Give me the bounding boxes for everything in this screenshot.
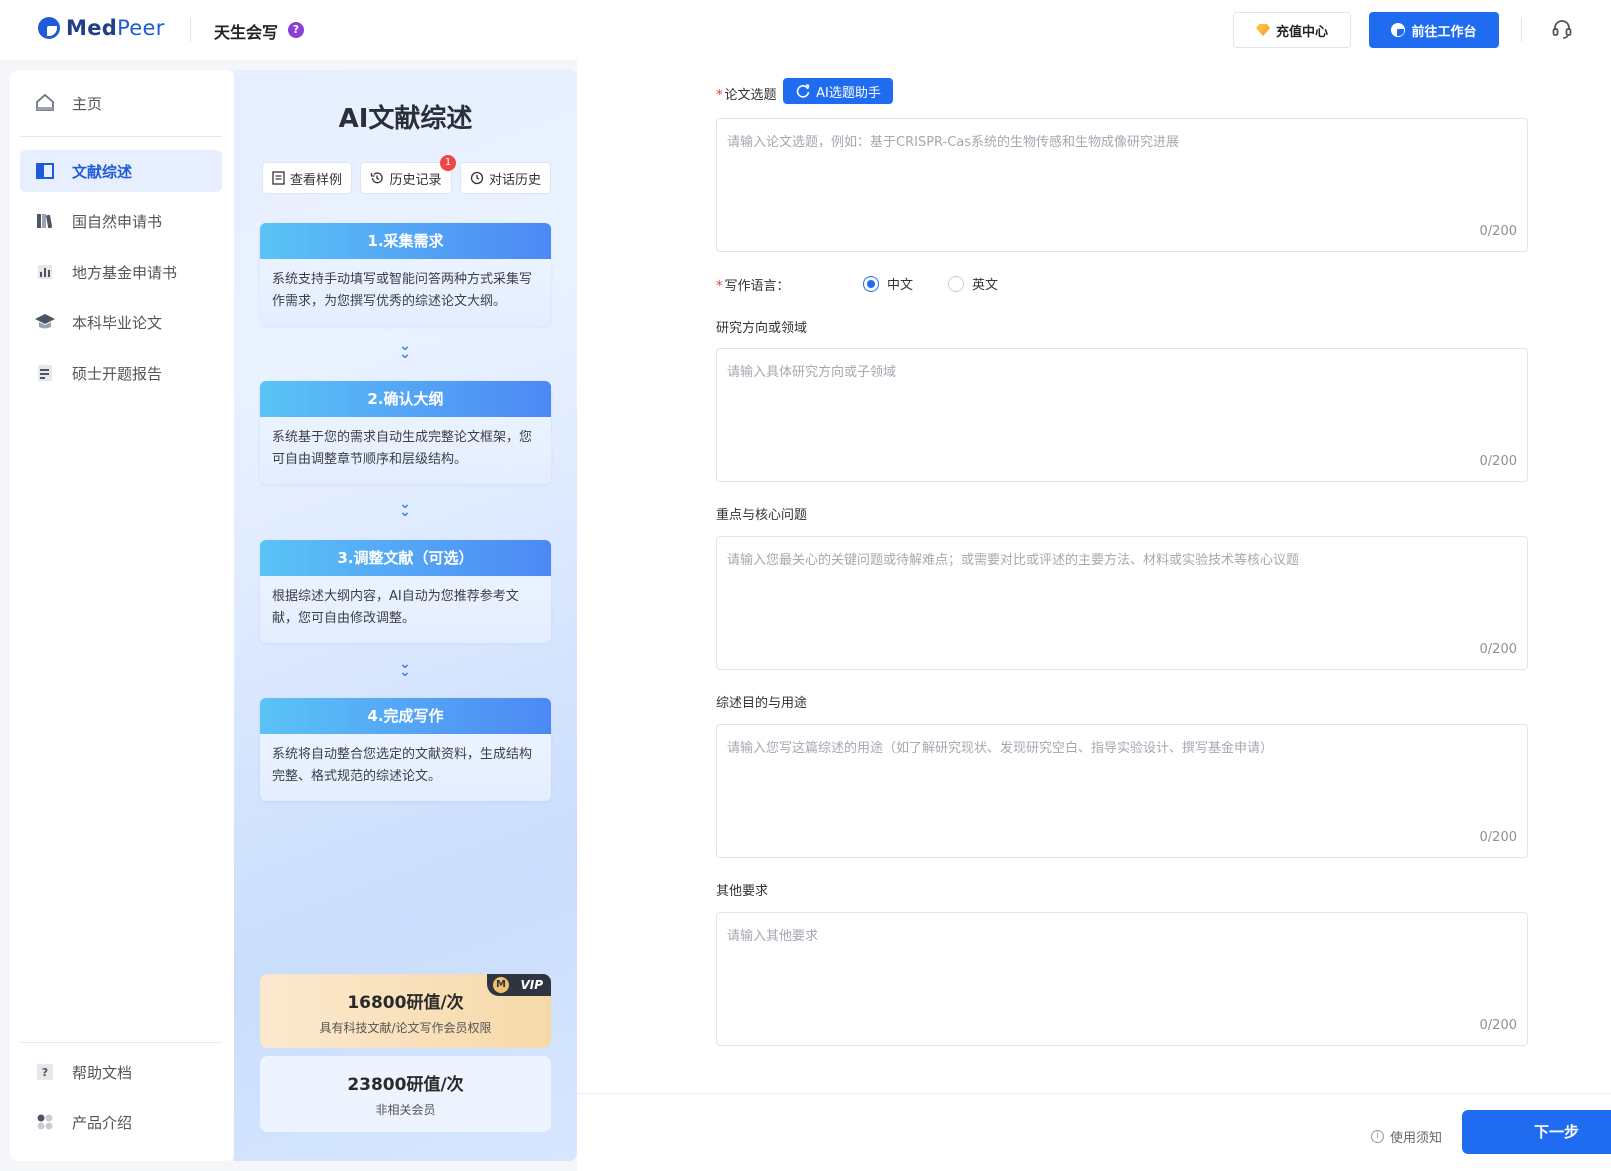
core-issues-label: 重点与核心问题: [716, 508, 808, 523]
vip-price-card: M VIP 16800研值/次 具有科技文献/论文写作会员权限: [260, 974, 551, 1048]
normal-price-desc: 非相关会员: [375, 1103, 436, 1117]
document-icon: [34, 362, 56, 384]
bar-chart-icon: [34, 261, 56, 283]
char-counter: 0/200: [1479, 224, 1517, 239]
home-icon: [34, 92, 56, 114]
topic-placeholder: 请输入论文选题，例如：基于CRISPR-Cas系统的生物传感和生物成像研究进展: [727, 135, 1180, 150]
sidebar-item-nsfc-application[interactable]: 国自然申请书: [20, 200, 222, 242]
purpose-placeholder: 请输入您写这篇综述的用途（如了解研究现状、发现研究空白、指导实验设计、撰写基金申…: [727, 741, 1274, 756]
chevron-down-icon: ⌄ ⌄: [399, 496, 411, 520]
sidebar-item-product-intro[interactable]: 产品介绍: [20, 1101, 222, 1143]
headset-icon[interactable]: [1551, 18, 1573, 40]
grid-icon: [34, 1111, 56, 1133]
purpose-label: 综述目的与用途: [716, 696, 808, 711]
help-doc-icon: ?: [34, 1061, 56, 1083]
panel-title: AI文献综述: [338, 104, 473, 134]
workflow-panel: AI文献综述 查看样例 历史记录 1 对话历史 1.采集需求 系统支持手动填写或…: [234, 70, 577, 1161]
chevron-down-icon: ⌄ ⌄: [399, 338, 411, 362]
direction-placeholder: 请输入具体研究方向或子领域: [727, 365, 897, 380]
normal-price-card: 23800研值/次 非相关会员: [260, 1056, 551, 1132]
step-title: 4.完成写作: [260, 698, 551, 734]
form-footer: i 使用须知 下一步: [577, 1093, 1611, 1171]
vip-price-desc: 具有科技文献/论文写作会员权限: [319, 1021, 492, 1035]
radio-unselected-icon[interactable]: [948, 275, 964, 292]
nav-divider-bottom: [20, 1042, 222, 1043]
normal-price: 23800研值/次: [347, 1075, 464, 1095]
other-requirements-label: 其他要求: [716, 884, 769, 899]
workspace-icon: [1391, 23, 1406, 37]
top-divider: [1521, 18, 1522, 42]
sidebar: 主页 文献综述 国自然申请书 地方基金申请书 本科毕业论文 硕士开题报告 ? 帮…: [10, 70, 234, 1161]
info-icon: i: [1371, 1130, 1384, 1143]
refresh-sparkle-icon: [796, 84, 810, 98]
step-title: 2.确认大纲: [260, 381, 551, 417]
step-card-4: 4.完成写作 系统将自动整合您选定的文献资料，生成结构完整、格式规范的综述论文。: [260, 698, 551, 801]
step-title: 1.采集需求: [260, 223, 551, 259]
recharge-center-button[interactable]: 充值中心: [1233, 12, 1351, 48]
language-option-english[interactable]: 英文: [948, 274, 998, 293]
sidebar-item-literature-review[interactable]: 文献综述: [20, 150, 222, 192]
sidebar-item-local-fund[interactable]: 地方基金申请书: [20, 251, 222, 293]
sidebar-item-undergrad-thesis[interactable]: 本科毕业论文: [20, 301, 222, 343]
core-issues-placeholder: 请输入您最关心的关键问题或待解难点；或需要对比或评述的主要方法、材料或实验技术等…: [727, 553, 1300, 568]
language-option-chinese[interactable]: 中文: [863, 274, 913, 293]
medpeer-logo-icon: [38, 17, 60, 39]
books-icon: [34, 210, 56, 232]
chevron-down-icon: ⌄ ⌄: [399, 656, 411, 680]
topic-input[interactable]: 请输入论文选题，例如：基于CRISPR-Cas系统的生物传感和生物成像研究进展 …: [716, 118, 1528, 252]
vip-badge: M VIP: [487, 974, 551, 996]
sidebar-item-home[interactable]: 主页: [20, 82, 222, 124]
sidebar-item-help-docs[interactable]: ? 帮助文档: [20, 1051, 222, 1093]
radio-selected-icon[interactable]: [863, 275, 879, 292]
ai-topic-assistant-button[interactable]: AI选题助手: [783, 78, 893, 104]
usage-notice-link[interactable]: i 使用须知: [1371, 1127, 1442, 1146]
nav-divider: [20, 136, 222, 137]
svg-text:?: ?: [42, 1066, 48, 1079]
go-to-workspace-button[interactable]: 前往工作台: [1369, 12, 1499, 48]
history-count-badge: 1: [440, 155, 456, 171]
top-bar: MedPeer 天生会写 ? 充值中心 前往工作台: [0, 0, 1611, 60]
core-issues-input[interactable]: 请输入您最关心的关键问题或待解难点；或需要对比或评述的主要方法、材料或实验技术等…: [716, 536, 1528, 670]
step-desc: 系统基于您的需求自动生成完整论文框架，您可自由调整章节顺序和层级结构。: [272, 430, 533, 467]
vip-mark-icon: M: [493, 977, 509, 993]
topic-label: * 论文选题: [716, 88, 777, 103]
step-title: 3.调整文献（可选）: [260, 540, 551, 576]
step-card-1: 1.采集需求 系统支持手动填写或智能问答两种方式采集写作需求，为您撰写优秀的综述…: [260, 223, 551, 326]
logo-text: MedPeer: [66, 16, 165, 40]
history-icon: [371, 172, 384, 184]
next-step-button[interactable]: 下一步: [1462, 1110, 1611, 1154]
other-requirements-input[interactable]: 请输入其他要求 0/200: [716, 912, 1528, 1046]
language-label: * 写作语言：: [716, 279, 790, 294]
direction-label: 研究方向或领域: [716, 321, 808, 336]
help-badge-icon[interactable]: ?: [288, 22, 304, 38]
sidebar-item-master-proposal[interactable]: 硕士开题报告: [20, 352, 222, 394]
char-counter: 0/200: [1479, 454, 1517, 469]
step-desc: 根据综述大纲内容，AI自动为您推荐参考文献，您可自由修改调整。: [272, 589, 519, 626]
book-open-icon: [34, 160, 56, 182]
product-name: 天生会写: [214, 23, 279, 42]
direction-input[interactable]: 请输入具体研究方向或子领域 0/200: [716, 348, 1528, 482]
document-icon: [272, 171, 285, 185]
graduation-cap-icon: [34, 311, 56, 333]
char-counter: 0/200: [1479, 642, 1517, 657]
step-desc: 系统将自动整合您选定的文献资料，生成结构完整、格式规范的综述论文。: [272, 747, 533, 784]
view-sample-button[interactable]: 查看样例: [262, 162, 352, 194]
step-card-3: 3.调整文献（可选） 根据综述大纲内容，AI自动为您推荐参考文献，您可自由修改调…: [260, 540, 551, 643]
chat-history-button[interactable]: 对话历史: [460, 162, 551, 194]
medpeer-logo[interactable]: MedPeer: [38, 16, 165, 40]
diamond-icon: [1255, 24, 1270, 36]
brand-divider: [190, 18, 191, 42]
step-card-2: 2.确认大纲 系统基于您的需求自动生成完整论文框架，您可自由调整章节顺序和层级结…: [260, 381, 551, 484]
review-form: * 论文选题 AI选题助手 请输入论文选题，例如：基于CRISPR-Cas系统的生…: [577, 60, 1611, 1171]
history-records-button[interactable]: 历史记录 1: [360, 155, 456, 194]
step-desc: 系统支持手动填写或智能问答两种方式采集写作需求，为您撰写优秀的综述论文大纲。: [272, 272, 533, 309]
purpose-input[interactable]: 请输入您写这篇综述的用途（如了解研究现状、发现研究空白、指导实验设计、撰写基金申…: [716, 724, 1528, 858]
char-counter: 0/200: [1479, 1018, 1517, 1033]
chat-clock-icon: [470, 171, 484, 185]
other-requirements-placeholder: 请输入其他要求: [727, 929, 819, 944]
char-counter: 0/200: [1479, 830, 1517, 845]
